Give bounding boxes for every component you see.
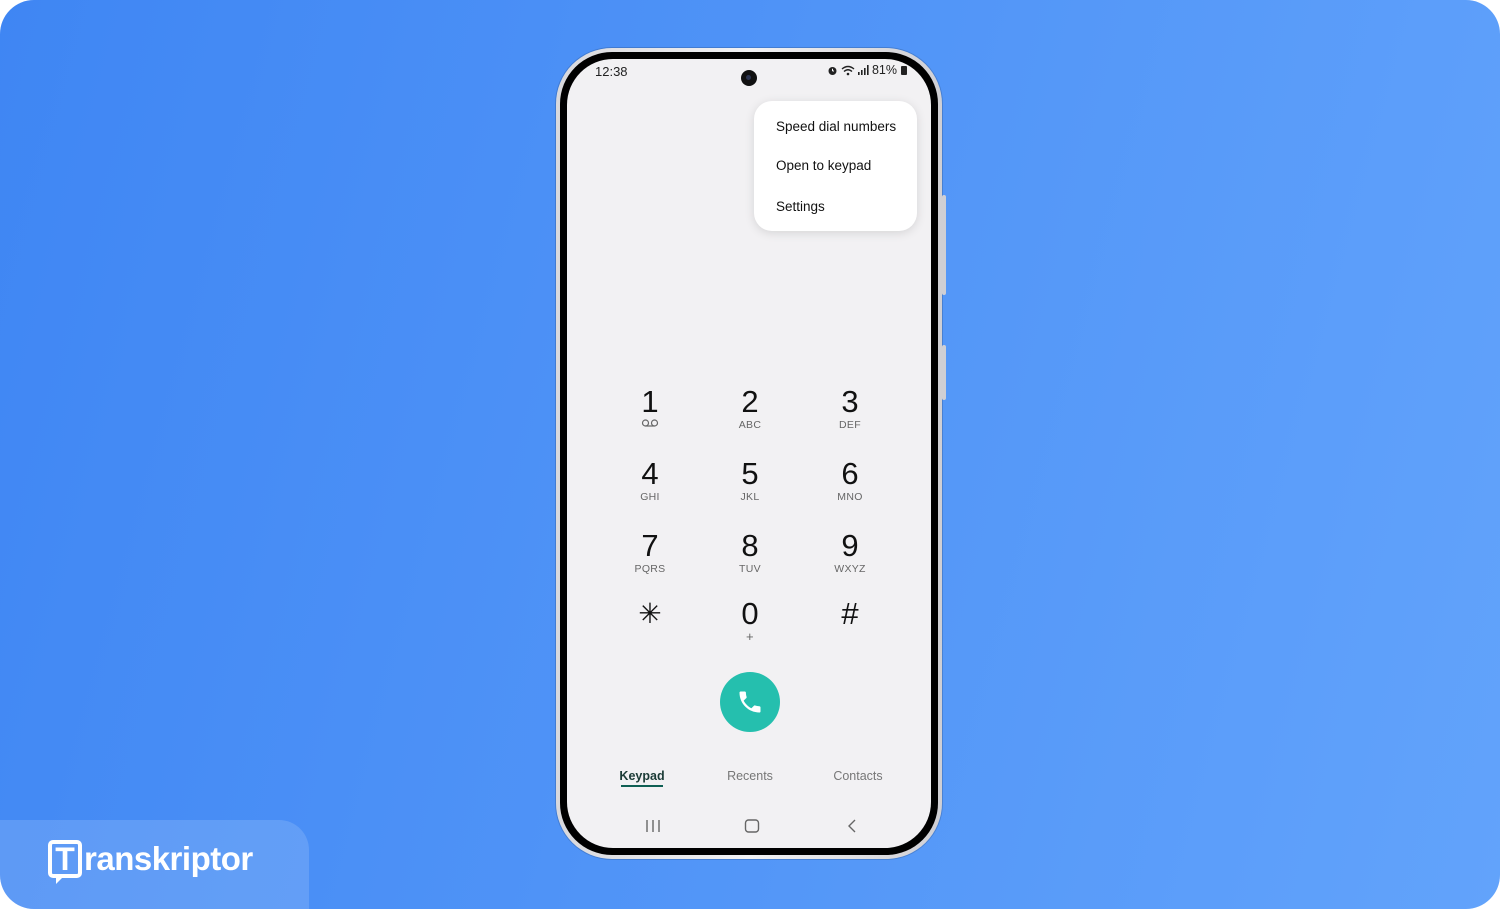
key-letters: GHI	[640, 491, 660, 503]
back-nav-icon[interactable]	[845, 819, 859, 833]
tab-recents[interactable]: Recents	[727, 769, 773, 783]
key-letters: +	[746, 629, 754, 644]
key-2[interactable]: 2 ABC	[705, 385, 795, 441]
phone-screen: 12:38 81% Speed dial numbers Open to key…	[567, 59, 931, 848]
key-digit: #	[841, 596, 859, 631]
key-letters: TUV	[739, 563, 761, 575]
key-digit: 2	[741, 384, 759, 419]
key-digit: 3	[841, 384, 859, 419]
key-letters: MNO	[837, 491, 863, 503]
key-letters: ABC	[738, 419, 762, 431]
key-hash[interactable]: #	[805, 597, 895, 653]
status-time: 12:38	[595, 64, 628, 79]
key-0[interactable]: 0 +	[705, 597, 795, 653]
key-letters: JKL	[740, 491, 760, 503]
home-nav-icon[interactable]	[744, 819, 760, 833]
key-digit: ✳	[638, 598, 662, 629]
key-letters: DEF	[839, 419, 861, 431]
key-1[interactable]: 1	[605, 385, 695, 441]
battery-percent: 81%	[871, 63, 897, 77]
tab-contacts[interactable]: Contacts	[833, 769, 882, 783]
key-digit: 6	[841, 456, 859, 491]
key-4[interactable]: 4 GHI	[605, 457, 695, 513]
volume-button	[942, 195, 946, 295]
brand-mark-icon: T	[48, 840, 82, 884]
active-tab-indicator	[621, 785, 663, 787]
key-digit: 8	[741, 528, 759, 563]
brand-name: ranskriptor	[84, 840, 253, 877]
recents-nav-icon[interactable]	[645, 819, 661, 833]
status-icons: 81%	[827, 63, 907, 77]
key-3[interactable]: 3 DEF	[805, 385, 895, 441]
menu-item-settings[interactable]: Settings	[776, 199, 825, 214]
menu-item-speed-dial[interactable]: Speed dial numbers	[776, 119, 896, 134]
key-letters: PQRS	[634, 563, 666, 575]
key-letters: WXYZ	[834, 563, 866, 575]
key-6[interactable]: 6 MNO	[805, 457, 895, 513]
key-digit: 5	[741, 456, 759, 491]
key-7[interactable]: 7 PQRS	[605, 529, 695, 585]
phone-icon	[739, 691, 761, 713]
call-button[interactable]	[720, 672, 780, 732]
tab-keypad[interactable]: Keypad	[619, 769, 664, 783]
key-5[interactable]: 5 JKL	[705, 457, 795, 513]
battery-icon	[901, 65, 907, 75]
background: T ranskriptor 12:38 81% Speed dial numbe…	[0, 0, 1500, 909]
key-digit: 9	[841, 528, 859, 563]
key-8[interactable]: 8 TUV	[705, 529, 795, 585]
key-digit: 4	[641, 456, 659, 491]
power-button	[942, 345, 946, 400]
signal-icon	[857, 65, 869, 75]
key-star[interactable]: ✳	[605, 597, 695, 653]
key-digit: 7	[641, 528, 659, 563]
wifi-icon	[841, 65, 855, 75]
key-9[interactable]: 9 WXYZ	[805, 529, 895, 585]
key-digit: 1	[641, 384, 659, 419]
overflow-menu: Speed dial numbers Open to keypad Settin…	[754, 101, 917, 231]
front-camera	[741, 70, 757, 86]
alarm-icon	[828, 66, 837, 75]
menu-item-open-to-keypad[interactable]: Open to keypad	[776, 158, 871, 173]
voicemail-icon	[641, 419, 659, 427]
brand-logo: T ranskriptor	[48, 840, 253, 884]
key-digit: 0	[741, 596, 759, 631]
